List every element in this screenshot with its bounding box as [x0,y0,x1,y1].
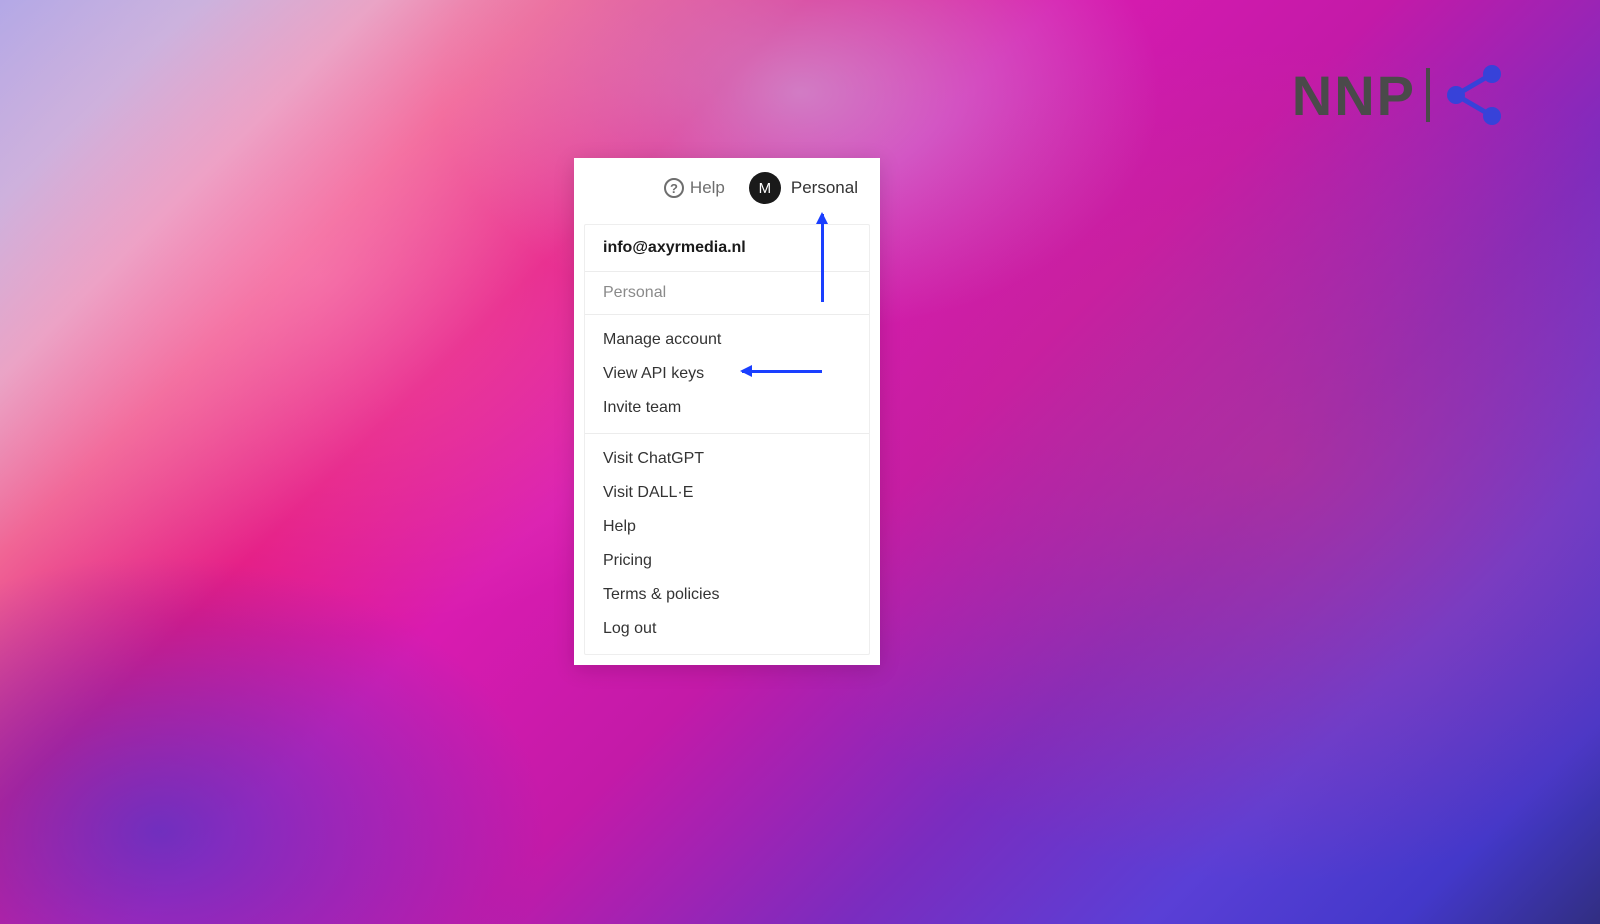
watermark-text: NNP [1292,63,1416,128]
annotation-arrow-personal [821,214,824,302]
manage-account-item[interactable]: Manage account [585,323,869,357]
topbar: ? Help M Personal [574,158,880,224]
view-api-keys-item[interactable]: View API keys [585,357,869,391]
help-item[interactable]: Help [585,510,869,544]
invite-team-item[interactable]: Invite team [585,391,869,425]
pricing-item[interactable]: Pricing [585,544,869,578]
workspace-label-top[interactable]: Personal [791,178,858,198]
workspace-label: Personal [585,272,869,314]
account-dropdown: info@axyrmedia.nl Personal Manage accoun… [584,224,870,655]
watermark: NNP [1292,60,1510,130]
visit-dalle-item[interactable]: Visit DALL·E [585,476,869,510]
help-label: Help [690,178,725,198]
account-menu-panel: ? Help M Personal info@axyrmedia.nl Pers… [574,158,880,665]
visit-chatgpt-item[interactable]: Visit ChatGPT [585,442,869,476]
workspace-section: Personal [585,272,869,315]
annotation-arrow-api-keys [742,370,822,373]
links-section: Visit ChatGPT Visit DALL·E Help Pricing … [585,434,869,654]
log-out-item[interactable]: Log out [585,612,869,646]
account-actions: Manage account View API keys Invite team [585,315,869,434]
account-email: info@axyrmedia.nl [585,225,869,271]
help-button[interactable]: ? Help [664,178,725,198]
avatar-initial: M [759,180,772,197]
share-icon [1440,60,1510,130]
dropdown-header: info@axyrmedia.nl [585,225,869,272]
help-icon: ? [664,178,684,198]
watermark-separator [1426,68,1430,122]
terms-policies-item[interactable]: Terms & policies [585,578,869,612]
avatar[interactable]: M [749,172,781,204]
